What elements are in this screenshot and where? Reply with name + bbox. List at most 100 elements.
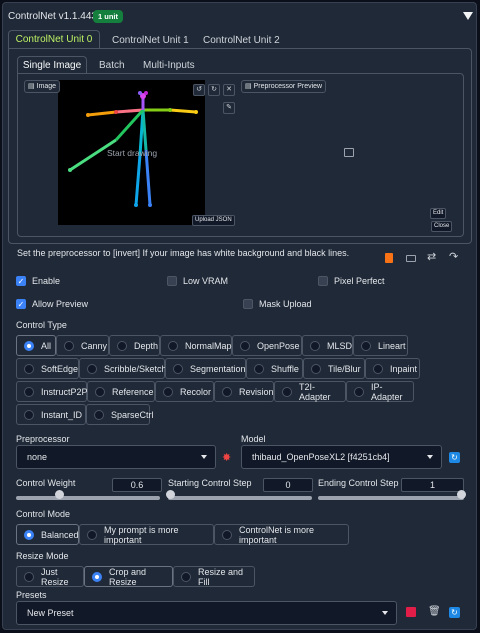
presets-dropdown[interactable]: New Preset bbox=[16, 601, 397, 625]
tab-controlnet-unit-1[interactable]: ControlNet Unit 1 bbox=[112, 35, 189, 46]
slider-handle[interactable] bbox=[55, 489, 64, 499]
tab-batch[interactable]: Batch bbox=[99, 60, 125, 71]
slider-handle[interactable] bbox=[457, 489, 466, 499]
upload-json-button[interactable]: Upload JSON bbox=[192, 215, 235, 226]
control-type-instructp2p[interactable]: InstructP2P bbox=[16, 381, 88, 402]
radio-icon bbox=[310, 340, 320, 351]
radio-icon bbox=[354, 386, 364, 397]
resize-mode-crop-and-resize[interactable]: Crop and Resize bbox=[84, 566, 173, 587]
control-type-ip-adapter[interactable]: IP-Adapter bbox=[346, 381, 414, 402]
control-type-shuffle[interactable]: Shuffle bbox=[246, 358, 303, 379]
control-type-canny[interactable]: Canny bbox=[56, 335, 109, 356]
enable-checkbox[interactable]: ✓ Enable bbox=[16, 276, 60, 286]
radio-label: Segmentation bbox=[190, 363, 246, 374]
control-type-tile-blur[interactable]: Tile/Blur bbox=[303, 358, 365, 379]
control-type-scribble-sketch[interactable]: Scribble/Sketch bbox=[79, 358, 167, 379]
close-button[interactable]: Close bbox=[431, 221, 453, 232]
control-type-openpose[interactable]: OpenPose bbox=[232, 335, 302, 356]
low-vram-checkbox[interactable]: Low VRAM bbox=[167, 276, 228, 286]
checkbox-icon bbox=[167, 276, 177, 286]
control-type-lineart[interactable]: Lineart bbox=[353, 335, 408, 356]
model-dropdown[interactable]: thibaud_OpenPoseXL2 [f4251cb4] bbox=[241, 445, 442, 469]
control-mode-label: Control Mode bbox=[16, 509, 71, 519]
radio-icon bbox=[173, 363, 183, 374]
allow-preview-label: Allow Preview bbox=[32, 299, 89, 309]
control-type-all[interactable]: All bbox=[16, 335, 56, 356]
radio-label: InstructP2P bbox=[41, 386, 88, 397]
edit-button[interactable]: Edit bbox=[430, 208, 447, 219]
control-weight-slider[interactable] bbox=[16, 489, 160, 500]
ending-control-step-slider[interactable] bbox=[318, 489, 466, 500]
allow-preview-checkbox[interactable]: ✓ Allow Preview bbox=[16, 299, 88, 309]
radio-icon bbox=[94, 409, 104, 420]
tab-controlnet-unit-2[interactable]: ControlNet Unit 2 bbox=[203, 35, 280, 46]
run-preprocessor-icon[interactable]: ✸ bbox=[222, 451, 231, 464]
slider-handle[interactable] bbox=[166, 489, 175, 499]
tab-multi-inputs[interactable]: Multi-Inputs bbox=[143, 60, 195, 71]
control-mode-controlnet-important[interactable]: ControlNet is more important bbox=[214, 524, 349, 545]
preprocessor-hint: Set the preprocessor to [invert] If your… bbox=[17, 248, 350, 258]
resize-mode-resize-and-fill[interactable]: Resize and Fill bbox=[173, 566, 255, 587]
control-type-instant-id[interactable]: Instant_ID bbox=[16, 404, 86, 425]
camera-file-icon[interactable] bbox=[385, 253, 393, 263]
preprocessor-dropdown[interactable]: none bbox=[16, 445, 216, 469]
radio-label: Resize and Fill bbox=[198, 566, 244, 587]
swap-icon[interactable]: ⇄ bbox=[427, 250, 436, 263]
control-type-softedge[interactable]: SoftEdge bbox=[16, 358, 79, 379]
chevron-down-icon bbox=[201, 455, 207, 459]
checkbox-icon: ✓ bbox=[16, 276, 26, 286]
radio-icon bbox=[168, 340, 178, 351]
send-dimensions-icon[interactable]: ↷ bbox=[449, 250, 458, 263]
refresh-presets-icon[interactable]: ↻ bbox=[449, 607, 460, 618]
undo-icon[interactable]: ↺ bbox=[193, 84, 205, 96]
preprocessor-value: none bbox=[27, 452, 48, 462]
pixel-perfect-checkbox[interactable]: Pixel Perfect bbox=[318, 276, 385, 286]
collapse-toggle-icon[interactable] bbox=[463, 12, 473, 20]
checkbox-icon bbox=[243, 299, 253, 309]
radio-label: Revision bbox=[239, 386, 274, 397]
control-type-segmentation[interactable]: Segmentation bbox=[165, 358, 246, 379]
resize-mode-just-resize[interactable]: Just Resize bbox=[16, 566, 84, 587]
delete-preset-icon[interactable]: 🗑 bbox=[428, 606, 441, 617]
control-type-depth[interactable]: Depth bbox=[109, 335, 160, 356]
tab-controlnet-unit-0[interactable]: ControlNet Unit 0 bbox=[8, 30, 100, 49]
starting-control-step-input[interactable]: 0 bbox=[263, 478, 313, 492]
image-icon: ▤ bbox=[28, 83, 35, 90]
control-type-t2i-adapter[interactable]: T2I-Adapter bbox=[274, 381, 346, 402]
checkbox-icon bbox=[318, 276, 328, 286]
radio-icon bbox=[24, 340, 34, 351]
radio-label: Just Resize bbox=[41, 566, 69, 587]
reset-icon[interactable]: ↻ bbox=[208, 84, 220, 96]
control-type-mlsd[interactable]: MLSD bbox=[302, 335, 353, 356]
radio-icon bbox=[163, 386, 173, 397]
preprocessor-preview-label: Preprocessor Preview bbox=[253, 83, 323, 90]
tab-single-image[interactable]: Single Image bbox=[17, 56, 87, 74]
ending-control-step-input[interactable]: 1 bbox=[401, 478, 464, 492]
edit-label: Edit bbox=[430, 208, 447, 219]
radio-icon bbox=[222, 386, 232, 397]
radio-icon bbox=[92, 571, 102, 582]
start-drawing-placeholder: Start drawing bbox=[107, 148, 158, 158]
clear-icon[interactable]: ✕ bbox=[223, 84, 235, 96]
control-mode-prompt-important[interactable]: My prompt is more important bbox=[79, 524, 214, 545]
control-mode-balanced[interactable]: Balanced bbox=[16, 524, 79, 545]
model-value: thibaud_OpenPoseXL2 [f4251cb4] bbox=[252, 452, 390, 462]
control-type-normalmap[interactable]: NormalMap bbox=[160, 335, 232, 356]
control-type-recolor[interactable]: Recolor bbox=[155, 381, 214, 402]
control-type-revision[interactable]: Revision bbox=[214, 381, 274, 402]
webcam-icon[interactable] bbox=[406, 255, 416, 262]
refresh-models-icon[interactable]: ↻ bbox=[449, 452, 460, 463]
mask-upload-checkbox[interactable]: Mask Upload bbox=[243, 299, 312, 309]
radio-label: NormalMap bbox=[185, 340, 232, 351]
starting-control-step-slider[interactable] bbox=[166, 489, 312, 500]
save-preset-icon[interactable] bbox=[406, 607, 416, 617]
control-type-inpaint[interactable]: Inpaint bbox=[365, 358, 420, 379]
control-type-sparsectrl[interactable]: SparseCtrl bbox=[86, 404, 154, 425]
control-weight-input[interactable]: 0.6 bbox=[112, 478, 162, 492]
brush-icon[interactable]: ✎ bbox=[223, 102, 235, 114]
mask-upload-label: Mask Upload bbox=[259, 299, 312, 309]
control-type-reference[interactable]: Reference bbox=[87, 381, 155, 402]
radio-icon bbox=[282, 386, 292, 397]
radio-icon bbox=[64, 340, 74, 351]
radio-label: SparseCtrl bbox=[111, 409, 154, 420]
